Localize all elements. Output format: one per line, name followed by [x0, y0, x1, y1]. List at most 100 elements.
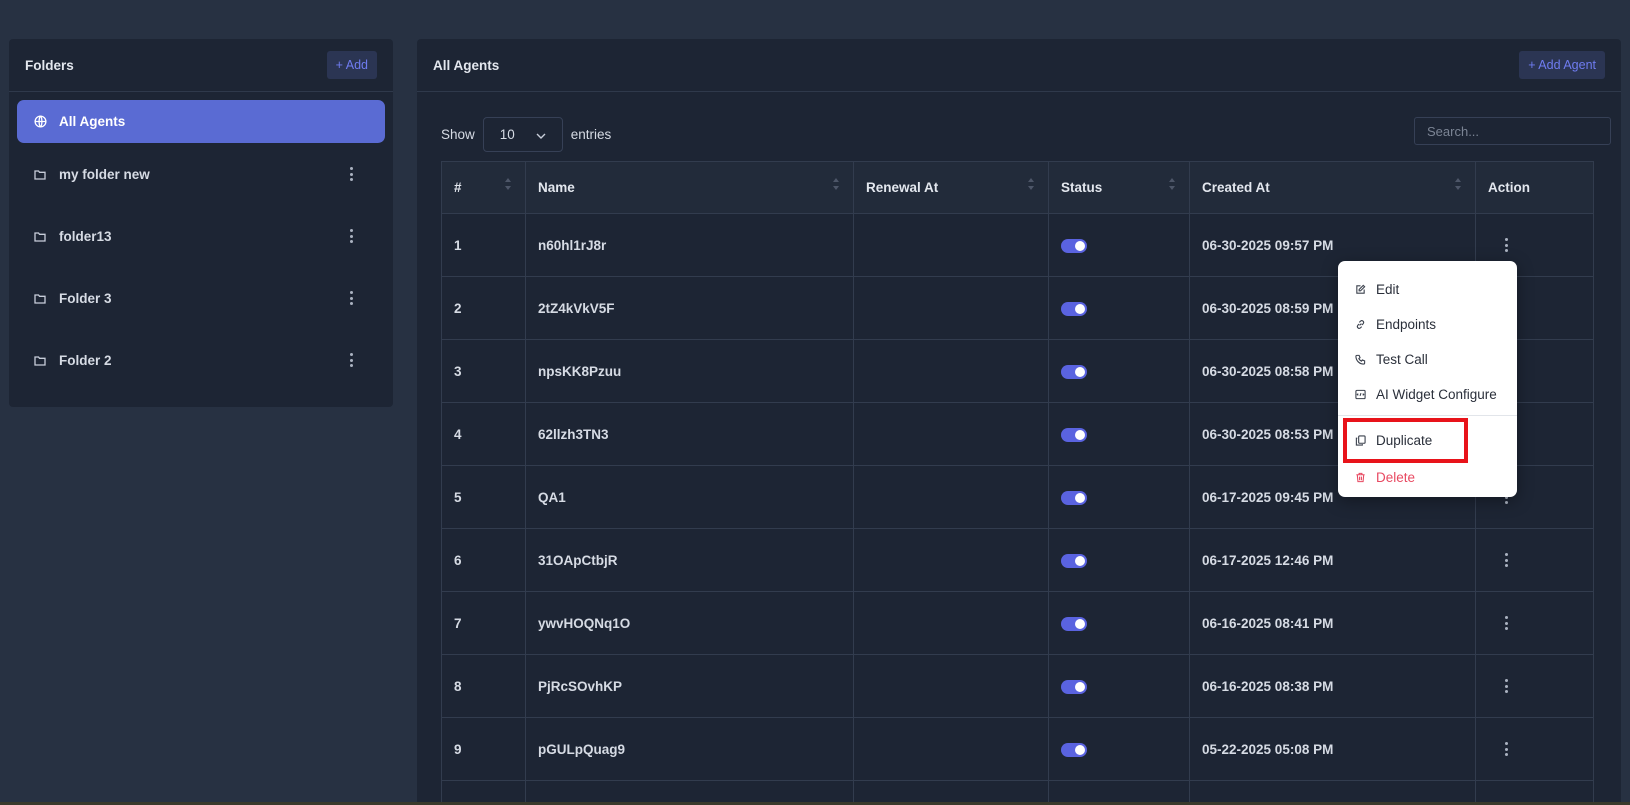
folder-label: my folder new	[59, 166, 150, 182]
menu-divider	[1338, 415, 1517, 416]
agent-name: npsKK8Pzuu	[525, 339, 854, 403]
status-cell	[1048, 465, 1190, 529]
status-toggle[interactable]	[1061, 490, 1087, 505]
folder-item-folder-3[interactable]: Folder 3	[17, 267, 385, 329]
column-header-action: Action	[1475, 161, 1594, 214]
row-number: 1	[441, 213, 526, 277]
folder-label: Folder 2	[59, 352, 112, 368]
menu-item-delete[interactable]: Delete	[1338, 460, 1517, 495]
menu-item-label: Duplicate	[1376, 433, 1433, 448]
folder-icon	[33, 229, 47, 243]
folder-options-icon[interactable]	[345, 165, 357, 183]
row-actions-icon[interactable]	[1500, 551, 1512, 569]
folder-label: All Agents	[59, 114, 126, 129]
renewal-at	[853, 402, 1049, 466]
table-row: 8 PjRcSOvhKP 06-16-2025 08:38 PM	[441, 654, 1594, 718]
menu-item-ai-widget-configure[interactable]: AI Widget Configure	[1338, 377, 1517, 412]
menu-item-label: Endpoints	[1376, 317, 1437, 332]
folder-item-folder-2[interactable]: Folder 2	[17, 329, 385, 391]
created-at: 06-17-2025 12:46 PM	[1189, 528, 1476, 592]
row-actions-icon[interactable]	[1500, 740, 1512, 758]
folder-item-all-agents[interactable]: All Agents	[17, 100, 385, 143]
status-toggle[interactable]	[1061, 616, 1087, 631]
phone-icon	[1354, 354, 1366, 366]
row-number: 5	[441, 465, 526, 529]
link-icon	[1354, 319, 1366, 331]
column-header-renewal[interactable]: Renewal At	[853, 161, 1049, 214]
table-header-row: # Name Renewal At Status Created At Acti…	[441, 161, 1594, 214]
status-cell	[1048, 717, 1190, 781]
menu-item-label: Edit	[1376, 282, 1400, 297]
row-number: 9	[441, 717, 526, 781]
menu-item-duplicate[interactable]: Duplicate	[1343, 418, 1468, 463]
status-cell	[1048, 339, 1190, 403]
column-header-created[interactable]: Created At	[1189, 161, 1476, 214]
renewal-at	[853, 528, 1049, 592]
folder-icon	[33, 291, 47, 305]
folder-options-icon[interactable]	[345, 351, 357, 369]
copy-icon	[1354, 435, 1366, 447]
entries-select[interactable]: 10	[482, 117, 563, 152]
sort-icon	[1169, 178, 1177, 190]
menu-item-edit[interactable]: Edit	[1338, 272, 1517, 307]
folder-icon	[33, 353, 47, 367]
column-header-name[interactable]: Name	[525, 161, 854, 214]
renewal-at	[853, 213, 1049, 277]
renewal-at	[853, 591, 1049, 655]
agent-name: 31OApCtbjR	[525, 528, 854, 592]
row-number: 4	[441, 402, 526, 466]
table-row: 9 pGULpQuag9 05-22-2025 05:08 PM	[441, 717, 1594, 781]
action-cell	[1475, 654, 1594, 718]
menu-item-endpoints[interactable]: Endpoints	[1338, 307, 1517, 342]
status-toggle[interactable]	[1061, 238, 1087, 253]
folder-label: Folder 3	[59, 290, 112, 306]
column-header-status[interactable]: Status	[1048, 161, 1190, 214]
add-agent-button[interactable]: + Add Agent	[1519, 51, 1605, 79]
add-folder-button[interactable]: + Add	[326, 51, 377, 79]
entries-label: entries	[570, 127, 612, 142]
status-toggle[interactable]	[1061, 742, 1087, 757]
table-row: 7 ywvHOQNq1O 06-16-2025 08:41 PM	[441, 591, 1594, 655]
folder-list: All Agents my folder new folder13 Folder…	[9, 92, 393, 399]
agent-name: n60hl1rJ8r	[525, 213, 854, 277]
created-at: 06-16-2025 08:41 PM	[1189, 591, 1476, 655]
menu-item-test-call[interactable]: Test Call	[1338, 342, 1517, 377]
row-actions-icon[interactable]	[1500, 614, 1512, 632]
entries-control: Show 10 entries	[441, 117, 611, 152]
row-actions-icon[interactable]	[1500, 677, 1512, 695]
status-toggle[interactable]	[1061, 553, 1087, 568]
folders-title: Folders	[25, 57, 74, 73]
folder-options-icon[interactable]	[345, 227, 357, 245]
row-number: 6	[441, 528, 526, 592]
action-cell	[1475, 717, 1594, 781]
globe-icon	[33, 115, 47, 129]
search-input[interactable]	[1414, 117, 1611, 145]
status-toggle[interactable]	[1061, 679, 1087, 694]
status-toggle[interactable]	[1061, 427, 1087, 442]
chevron-down-icon	[536, 127, 546, 142]
status-cell	[1048, 276, 1190, 340]
column-header-number[interactable]: #	[441, 161, 526, 214]
edit-icon	[1354, 284, 1366, 296]
status-toggle[interactable]	[1061, 364, 1087, 379]
folder-item-folder13[interactable]: folder13	[17, 205, 385, 267]
created-at: 06-16-2025 08:38 PM	[1189, 654, 1476, 718]
sort-icon	[505, 178, 513, 190]
agent-name: QA1	[525, 465, 854, 529]
widget-icon	[1354, 389, 1366, 401]
folder-options-icon[interactable]	[345, 289, 357, 307]
folders-header: Folders + Add	[9, 39, 393, 92]
status-toggle[interactable]	[1061, 301, 1087, 316]
show-label: Show	[441, 127, 475, 142]
agent-name: pGULpQuag9	[525, 717, 854, 781]
agent-name: 2tZ4kVkV5F	[525, 276, 854, 340]
sort-icon	[1455, 178, 1463, 190]
status-cell	[1048, 213, 1190, 277]
row-number: 8	[441, 654, 526, 718]
sort-icon	[1028, 178, 1036, 190]
entries-value: 10	[499, 127, 515, 142]
status-cell	[1048, 591, 1190, 655]
row-actions-icon[interactable]	[1500, 236, 1512, 254]
agent-name: 62llzh3TN3	[525, 402, 854, 466]
folder-item-my-folder-new[interactable]: my folder new	[17, 143, 385, 205]
